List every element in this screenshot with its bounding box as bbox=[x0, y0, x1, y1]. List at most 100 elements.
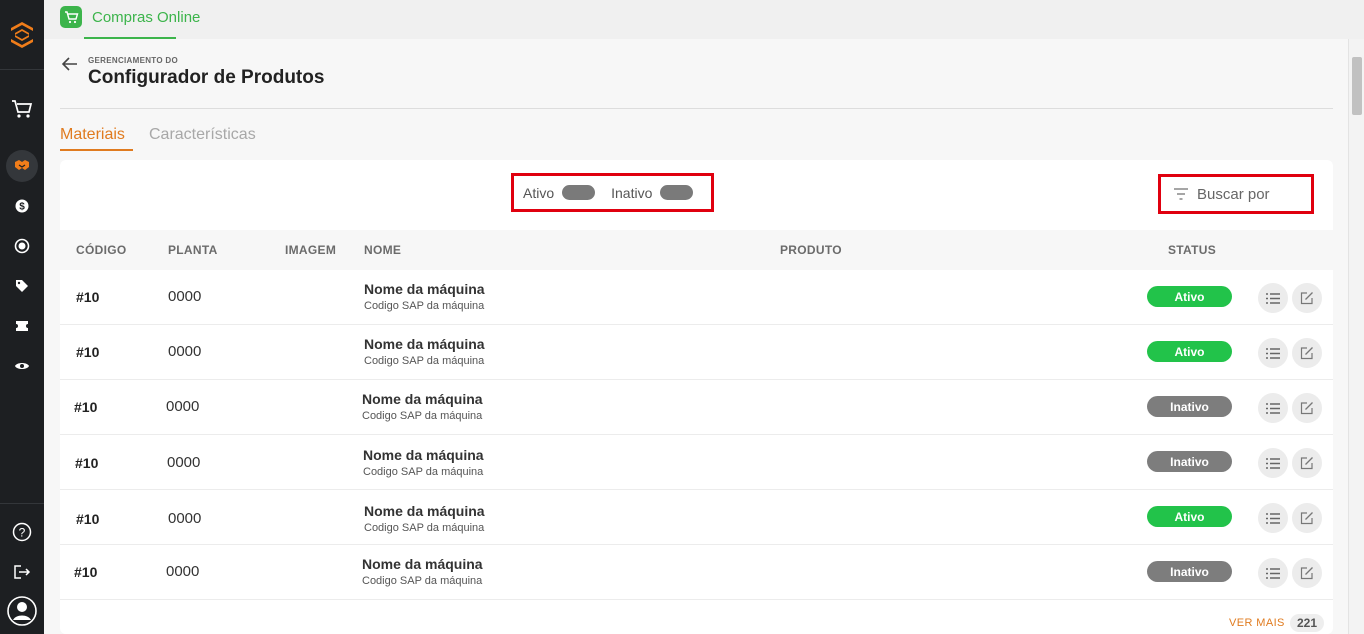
user-profile-button[interactable] bbox=[0, 596, 44, 626]
inactive-filter-toggle[interactable] bbox=[660, 185, 694, 200]
logout-button[interactable] bbox=[0, 557, 44, 587]
sidebar-divider bbox=[0, 503, 44, 504]
edit-button[interactable] bbox=[1292, 283, 1322, 313]
row-sap-code: Codigo SAP da máquina bbox=[364, 300, 485, 312]
app-topbar: Compras Online bbox=[44, 0, 1364, 39]
sidebar-item-handshake[interactable] bbox=[0, 150, 44, 182]
sidebar-item-ticket[interactable] bbox=[0, 311, 44, 341]
row-plant: 0000 bbox=[166, 563, 200, 580]
tab-materiais[interactable]: Materiais bbox=[60, 126, 125, 144]
edit-icon bbox=[1300, 292, 1313, 305]
sidebar-item-cart[interactable] bbox=[0, 94, 44, 124]
table-header bbox=[60, 230, 1333, 270]
details-button[interactable] bbox=[1258, 558, 1288, 588]
sidebar-item-dollar[interactable]: $ bbox=[0, 191, 44, 221]
active-filter-toggle[interactable] bbox=[562, 185, 596, 200]
column-header-planta: PLANTA bbox=[168, 243, 218, 257]
see-more-link[interactable]: VER MAIS bbox=[1229, 617, 1285, 629]
row-machine-name: Nome da máquina bbox=[362, 391, 483, 407]
edit-icon bbox=[1300, 512, 1313, 525]
logo-icon[interactable] bbox=[0, 0, 44, 70]
help-button[interactable]: ? bbox=[0, 517, 44, 547]
row-code: #10 bbox=[74, 399, 98, 415]
table-row[interactable] bbox=[60, 325, 1333, 380]
sidebar-item-tag[interactable] bbox=[0, 271, 44, 301]
row-machine-name: Nome da máquina bbox=[364, 281, 485, 297]
table-row[interactable] bbox=[60, 435, 1333, 490]
help-icon: ? bbox=[12, 522, 32, 542]
cart-icon bbox=[12, 100, 33, 118]
list-icon bbox=[1266, 402, 1280, 414]
sidebar-item-eye[interactable] bbox=[0, 351, 44, 381]
edit-button[interactable] bbox=[1292, 448, 1322, 478]
status-filter: Ativo Inativo bbox=[511, 173, 714, 212]
app-tab[interactable]: Compras Online bbox=[60, 6, 200, 39]
table-row[interactable] bbox=[60, 380, 1333, 435]
column-header-imagem: IMAGEM bbox=[285, 243, 337, 257]
row-sap-code: Codigo SAP da máquina bbox=[364, 522, 485, 534]
shopping-cart-icon bbox=[60, 6, 82, 28]
row-machine-name: Nome da máquina bbox=[364, 503, 485, 519]
row-sap-code: Codigo SAP da máquina bbox=[362, 410, 483, 422]
details-button[interactable] bbox=[1258, 338, 1288, 368]
row-plant: 0000 bbox=[168, 343, 202, 360]
eye-icon bbox=[15, 363, 29, 369]
row-code: #10 bbox=[76, 344, 100, 360]
exchange-icon bbox=[14, 238, 30, 254]
details-button[interactable] bbox=[1258, 503, 1288, 533]
handshake-icon bbox=[15, 160, 29, 170]
list-icon bbox=[1266, 512, 1280, 524]
total-count-badge: 221 bbox=[1290, 614, 1324, 632]
search-placeholder: Buscar por bbox=[1197, 185, 1270, 203]
row-sap-code: Codigo SAP da máquina bbox=[363, 466, 484, 478]
sidebar: $ ? bbox=[0, 0, 44, 634]
scrollbar-thumb[interactable] bbox=[1352, 57, 1362, 115]
edit-icon bbox=[1300, 347, 1313, 360]
arrow-left-icon bbox=[61, 57, 77, 71]
row-machine-name: Nome da máquina bbox=[363, 447, 484, 463]
tab-caracteristicas[interactable]: Características bbox=[149, 126, 256, 144]
table-row[interactable] bbox=[60, 270, 1333, 325]
status-badge: Ativo bbox=[1147, 341, 1232, 362]
back-button[interactable] bbox=[61, 57, 78, 76]
row-sap-code: Codigo SAP da máquina bbox=[364, 355, 485, 367]
edit-button[interactable] bbox=[1292, 338, 1322, 368]
page-scrollbar[interactable] bbox=[1348, 39, 1364, 634]
edit-button[interactable] bbox=[1292, 393, 1322, 423]
logout-icon bbox=[14, 565, 31, 579]
list-icon bbox=[1266, 347, 1280, 359]
details-button[interactable] bbox=[1258, 448, 1288, 478]
dollar-icon: $ bbox=[15, 199, 29, 213]
tab-active-indicator bbox=[60, 149, 133, 151]
status-badge: Inativo bbox=[1147, 561, 1232, 582]
svg-text:?: ? bbox=[19, 526, 26, 540]
title-divider bbox=[60, 108, 1333, 109]
details-button[interactable] bbox=[1258, 283, 1288, 313]
row-code: #10 bbox=[74, 564, 98, 580]
status-badge: Inativo bbox=[1147, 451, 1232, 472]
row-plant: 0000 bbox=[168, 510, 202, 527]
row-machine-name: Nome da máquina bbox=[362, 556, 483, 572]
status-badge: Inativo bbox=[1147, 396, 1232, 417]
app-name: Compras Online bbox=[92, 9, 201, 26]
column-header-codigo: CÓDIGO bbox=[76, 243, 127, 257]
row-machine-name: Nome da máquina bbox=[364, 336, 485, 352]
row-code: #10 bbox=[76, 289, 100, 305]
row-code: #10 bbox=[75, 455, 99, 471]
ticket-icon bbox=[16, 321, 28, 331]
edit-button[interactable] bbox=[1292, 558, 1322, 588]
details-button[interactable] bbox=[1258, 393, 1288, 423]
edit-button[interactable] bbox=[1292, 503, 1322, 533]
table-row[interactable] bbox=[60, 490, 1333, 545]
row-sap-code: Codigo SAP da máquina bbox=[362, 575, 483, 587]
list-icon bbox=[1266, 292, 1280, 304]
active-filter-label: Ativo bbox=[523, 184, 555, 201]
row-plant: 0000 bbox=[168, 288, 202, 305]
list-icon bbox=[1266, 567, 1280, 579]
edit-icon bbox=[1300, 402, 1313, 415]
sidebar-item-exchange[interactable] bbox=[0, 231, 44, 261]
status-badge: Ativo bbox=[1147, 286, 1232, 307]
inactive-filter-label: Inativo bbox=[611, 184, 653, 201]
table-row[interactable] bbox=[60, 545, 1333, 600]
search-input[interactable]: Buscar por bbox=[1158, 174, 1314, 214]
